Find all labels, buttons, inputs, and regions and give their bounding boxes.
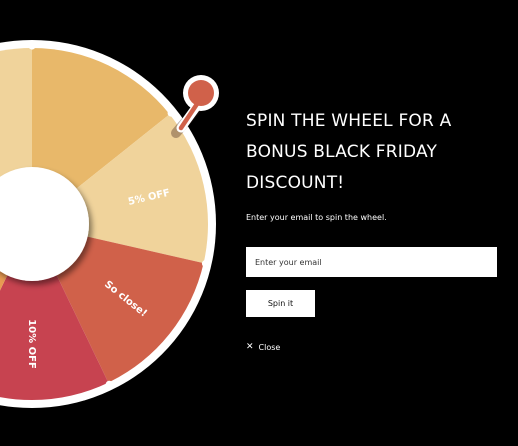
- email-input[interactable]: [246, 247, 497, 277]
- wheel-peg: [167, 109, 175, 117]
- close-icon: ✕: [246, 342, 254, 352]
- wheel-segment-label: 10% OFF: [26, 319, 37, 369]
- wheel-peg: [105, 380, 113, 388]
- wheel-peg: [28, 42, 36, 50]
- close-button[interactable]: ✕ Close: [246, 342, 281, 353]
- spin-button[interactable]: Spin it: [246, 290, 315, 317]
- close-label: Close: [258, 343, 281, 352]
- page-title: SPIN THE WHEEL FOR A BONUS BLACK FRIDAY …: [246, 111, 452, 193]
- wheel-peg: [201, 260, 210, 268]
- prize-wheel: 5% OFFSo close!10% OFFNot today15% OFF: [0, 40, 219, 408]
- subtitle: Enter your email to spin the wheel.: [246, 213, 387, 222]
- signup-panel: SPIN THE WHEEL FOR A BONUS BLACK FRIDAY …: [246, 106, 498, 352]
- wheel-pointer: [171, 75, 219, 138]
